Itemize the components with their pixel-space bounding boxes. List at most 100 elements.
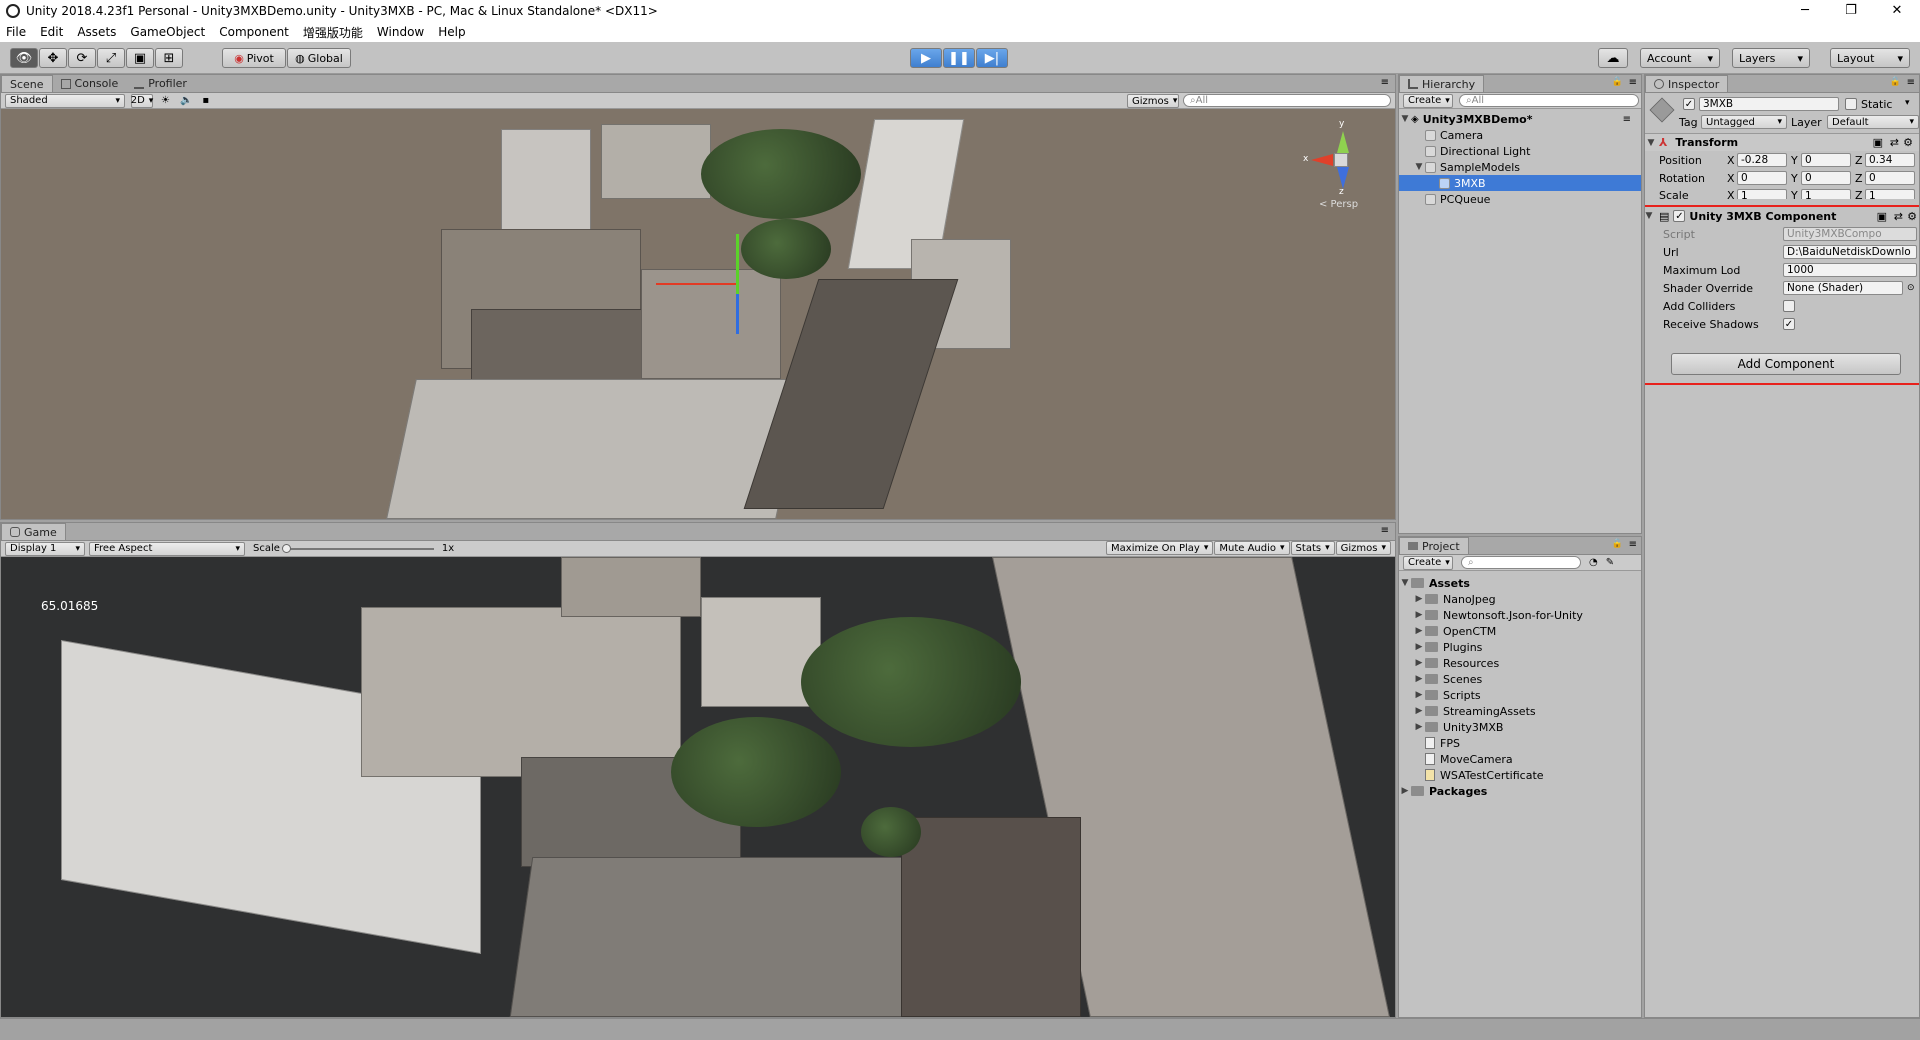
expand-arrow-icon[interactable]: ▶ [1413,658,1425,668]
help-icon[interactable]: ▣ [1877,210,1887,223]
scale-x-field[interactable]: 1 [1737,189,1787,199]
rotation-z-field[interactable]: 0 [1865,171,1915,185]
project-folder-openctm[interactable]: ▶ OpenCTM [1399,623,1641,639]
menu-gameobject[interactable]: GameObject [130,25,205,39]
gizmo-y-axis[interactable] [736,234,739,294]
hierarchy-search-input[interactable]: ⌕ All [1459,94,1639,107]
mute-audio-toggle[interactable]: Mute Audio [1214,541,1290,555]
menu-component[interactable]: Component [219,25,289,39]
transform-tool-button[interactable]: ⊞ [155,48,183,68]
object-name-input[interactable]: 3MXB [1699,97,1839,111]
scale-slider[interactable] [281,543,434,553]
tab-project[interactable]: Project [1399,537,1469,554]
project-folder-unity3mxb[interactable]: ▶ Unity3MXB [1399,719,1641,735]
gizmo-x-axis[interactable] [656,283,736,285]
scale-z-field[interactable]: 1 [1865,189,1915,199]
help-icon[interactable]: ▣ [1873,136,1883,149]
active-checkbox[interactable]: ✓ [1683,98,1695,110]
expand-arrow-icon[interactable]: ▼ [1399,114,1411,124]
hierarchy-item-pcqueue[interactable]: PCQueue [1399,191,1641,207]
project-file-wsatestcertificate[interactable]: WSATestCertificate [1399,767,1641,783]
menu-file[interactable]: File [6,25,26,39]
tab-console[interactable]: Console [53,75,127,92]
project-folder-resources[interactable]: ▶ Resources [1399,655,1641,671]
project-folder-nanojpeg[interactable]: ▶ NanoJpeg [1399,591,1641,607]
lock-icon[interactable]: 🔒 [1612,77,1623,87]
close-button[interactable]: ✕ [1874,0,1920,22]
orientation-gizmo[interactable]: y x z < Persp [1301,119,1381,210]
rect-tool-button[interactable]: ▣ [126,48,154,68]
preset-icon[interactable]: ⇄ [1894,210,1903,223]
expand-arrow-icon[interactable]: ▼ [1645,211,1655,221]
layers-dropdown[interactable]: Layers ▾ [1732,48,1810,68]
scale-tool-button[interactable]: ⤢ [97,48,125,68]
collab-cloud-button[interactable]: ☁ [1598,48,1628,68]
filter-by-label-icon[interactable]: ✎ [1606,557,1614,568]
expand-arrow-icon[interactable]: ▼ [1645,138,1657,148]
expand-arrow-icon[interactable]: ▼ [1413,162,1425,172]
gear-icon[interactable]: ⚙ [1903,136,1913,149]
chevron-down-icon[interactable]: ▾ [1905,98,1910,108]
component-enabled-checkbox[interactable]: ✓ [1673,210,1686,222]
shading-mode-dropdown[interactable]: Shaded [5,93,125,108]
tab-profiler[interactable]: Profiler [126,75,195,92]
2d-toggle[interactable]: 2D [131,93,153,108]
hand-tool-button[interactable]: 👁 [10,48,38,68]
scale-y-field[interactable]: 1 [1801,189,1851,199]
expand-arrow-icon[interactable]: ▶ [1413,674,1425,684]
rotation-y-field[interactable]: 0 [1801,171,1851,185]
maximum-lod-input[interactable]: 1000 [1783,263,1917,277]
menu-edit[interactable]: Edit [40,25,63,39]
audio-toggle-icon[interactable]: 🔈 [180,95,192,106]
rotate-tool-button[interactable]: ⟳ [68,48,96,68]
hierarchy-create-dropdown[interactable]: Create [1403,93,1453,108]
project-folder-scenes[interactable]: ▶ Scenes [1399,671,1641,687]
global-toggle[interactable]: ◍ Global [287,48,351,68]
url-input[interactable]: D:\BaiduNetdiskDownlo [1783,245,1917,259]
pause-button[interactable]: ❚❚ [943,48,975,68]
account-dropdown[interactable]: Account ▾ [1640,48,1720,68]
add-component-button[interactable]: Add Component [1671,353,1901,375]
scene-search-input[interactable]: ⌕ All [1183,94,1391,107]
project-folder-streamingassets[interactable]: ▶ StreamingAssets [1399,703,1641,719]
layer-dropdown[interactable]: Default [1827,115,1919,129]
panel-menu-icon[interactable]: ≡ [1381,77,1389,88]
hierarchy-item-directional-light[interactable]: Directional Light [1399,143,1641,159]
tab-game[interactable]: Game [1,523,66,540]
lock-icon[interactable]: 🔒 [1890,77,1901,87]
scale-slider-thumb[interactable] [281,543,291,553]
lighting-toggle-icon[interactable]: ☀ [161,95,170,106]
tab-inspector[interactable]: Inspector [1645,75,1729,92]
game-gizmos-dropdown[interactable]: Gizmos [1335,541,1391,555]
project-folder-scripts[interactable]: ▶ Scripts [1399,687,1641,703]
pivot-toggle[interactable]: ◉ Pivot [222,48,286,68]
hierarchy-scene-root[interactable]: ▼ ◈ Unity3MXBDemo* ≡ [1399,111,1641,127]
expand-arrow-icon[interactable]: ▶ [1413,626,1425,636]
scene-view[interactable]: y x z < Persp [1,109,1395,519]
lock-icon[interactable]: 🔒 [1612,539,1623,549]
project-folder-plugins[interactable]: ▶ Plugins [1399,639,1641,655]
project-create-dropdown[interactable]: Create [1403,555,1453,570]
layout-dropdown[interactable]: Layout ▾ [1830,48,1910,68]
expand-arrow-icon[interactable]: ▶ [1413,722,1425,732]
maximize-on-play-toggle[interactable]: Maximize On Play [1106,541,1214,555]
project-search-input[interactable]: ⌕ [1461,556,1581,569]
rotation-x-field[interactable]: 0 [1737,171,1787,185]
receive-shadows-checkbox[interactable]: ✓ [1783,318,1795,330]
filter-by-type-icon[interactable]: ◔ [1589,557,1598,568]
tag-dropdown[interactable]: Untagged [1701,115,1787,129]
add-colliders-checkbox[interactable] [1783,300,1795,312]
panel-menu-icon[interactable]: ≡ [1907,77,1915,88]
tab-hierarchy[interactable]: Hierarchy [1399,75,1485,92]
expand-arrow-icon[interactable]: ▶ [1413,594,1425,604]
expand-arrow-icon[interactable]: ▶ [1413,690,1425,700]
hierarchy-item-camera[interactable]: Camera [1399,127,1641,143]
position-y-field[interactable]: 0 [1801,153,1851,167]
expand-arrow-icon[interactable]: ▶ [1413,642,1425,652]
expand-arrow-icon[interactable]: ▶ [1413,610,1425,620]
gizmo-z-axis[interactable] [736,294,739,334]
expand-arrow-icon[interactable]: ▶ [1399,786,1411,796]
maximize-button[interactable]: ❐ [1828,0,1874,22]
step-button[interactable]: ▶| [976,48,1008,68]
gear-icon[interactable]: ⚙ [1907,210,1917,223]
